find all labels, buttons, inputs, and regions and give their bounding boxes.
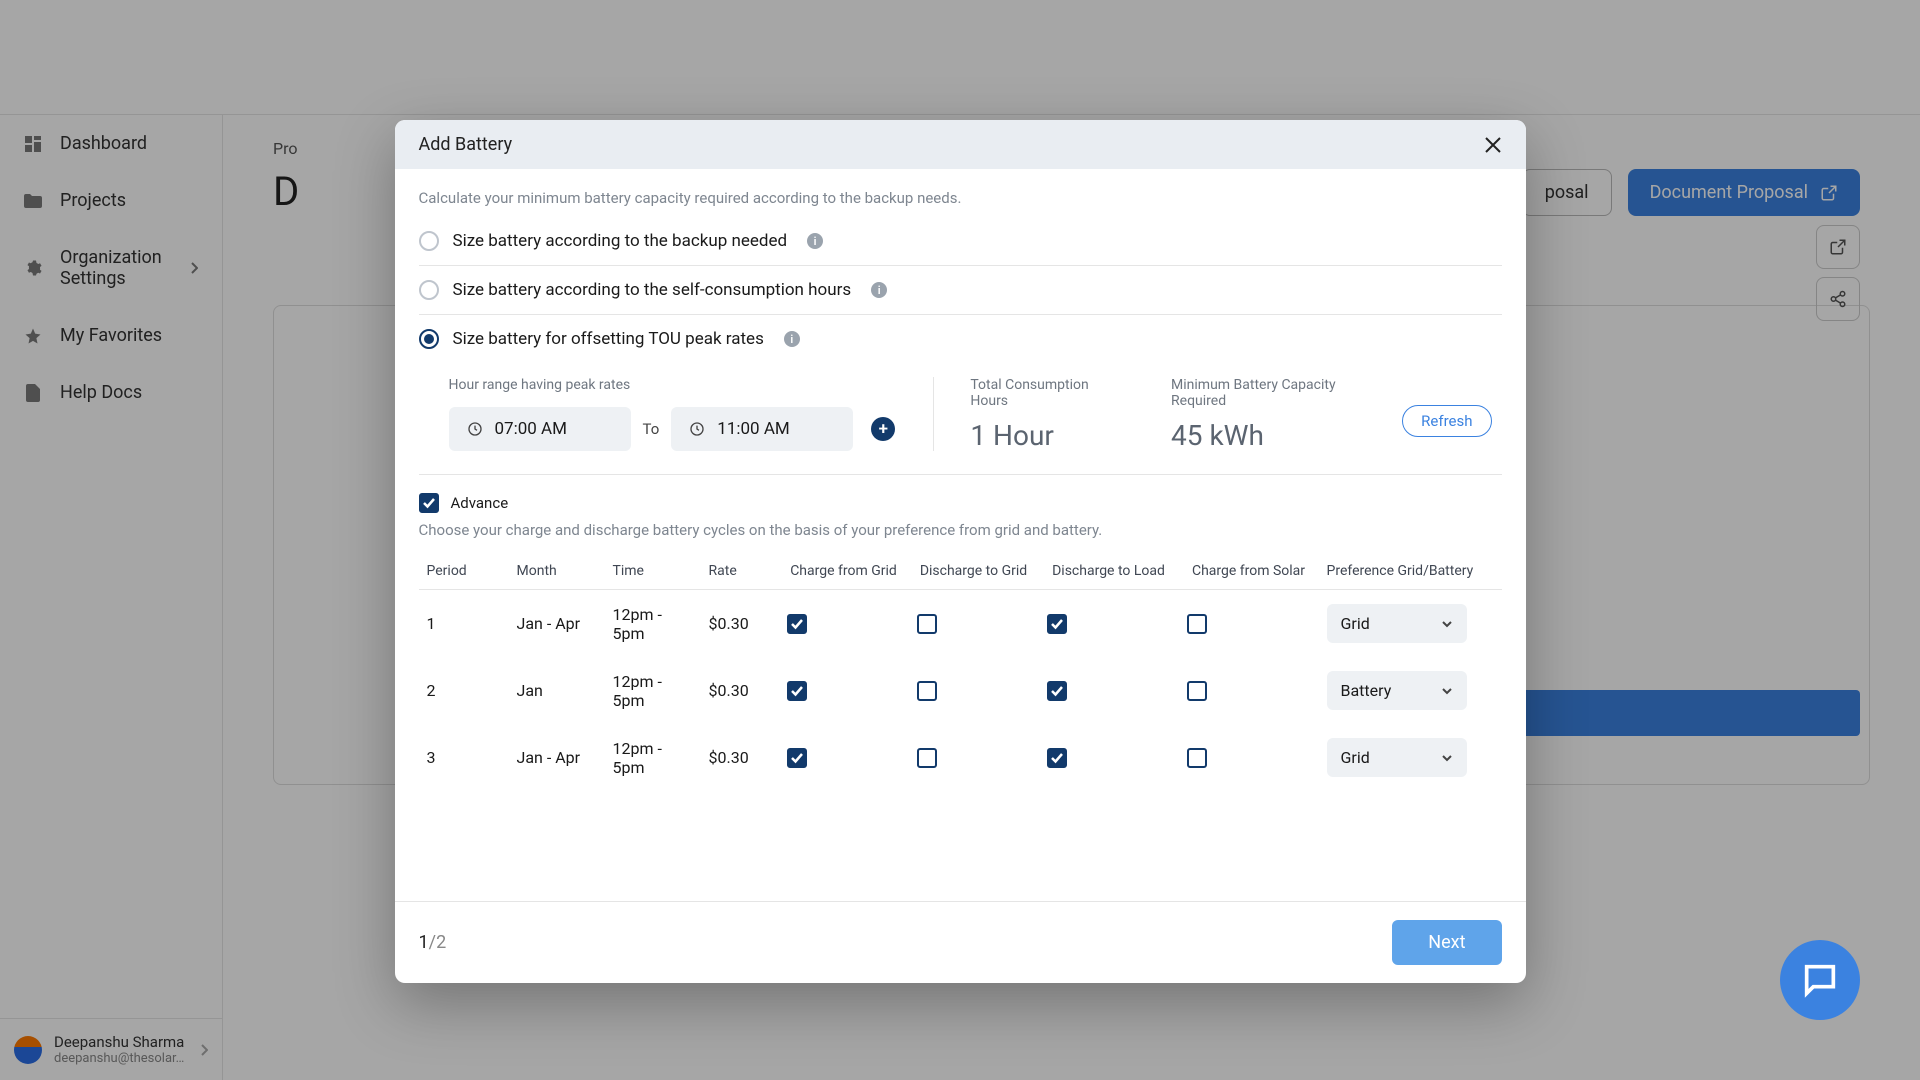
radio-icon bbox=[419, 280, 439, 300]
option-label: Size battery according to the backup nee… bbox=[453, 231, 788, 251]
cycles-table: Period Month Time Rate Charge from Grid … bbox=[419, 553, 1502, 791]
checkbox-dtg[interactable] bbox=[917, 614, 937, 634]
chevron-down-icon bbox=[1441, 752, 1453, 764]
cell-month: Jan - Apr bbox=[509, 590, 605, 658]
chevron-down-icon bbox=[1441, 685, 1453, 697]
refresh-button[interactable]: Refresh bbox=[1402, 405, 1491, 437]
info-icon[interactable]: i bbox=[807, 233, 823, 249]
th-discharge-to-grid: Discharge to Grid bbox=[909, 553, 1039, 590]
option-label: Size battery according to the self-consu… bbox=[453, 280, 852, 300]
option-self-consumption[interactable]: Size battery according to the self-consu… bbox=[419, 266, 1502, 315]
total-hours-label: Total Consumption Hours bbox=[970, 377, 1125, 409]
time-value: 07:00 AM bbox=[495, 419, 567, 439]
close-icon[interactable] bbox=[1484, 136, 1502, 154]
info-icon[interactable]: i bbox=[784, 331, 800, 347]
th-period: Period bbox=[419, 553, 509, 590]
page-sep: / bbox=[429, 932, 436, 953]
cell-rate: $0.30 bbox=[701, 590, 779, 658]
checkbox-dtg[interactable] bbox=[917, 681, 937, 701]
page-total: 2 bbox=[436, 932, 446, 953]
radio-icon bbox=[419, 329, 439, 349]
checkbox-cfg[interactable] bbox=[787, 614, 807, 634]
option-backup-needed[interactable]: Size battery according to the backup nee… bbox=[419, 217, 1502, 266]
advance-help: Choose your charge and discharge battery… bbox=[419, 521, 1502, 539]
cell-rate: $0.30 bbox=[701, 724, 779, 791]
peak-to-input[interactable]: 11:00 AM bbox=[671, 407, 853, 451]
info-icon[interactable]: i bbox=[871, 282, 887, 298]
add-range-button[interactable]: + bbox=[871, 417, 895, 441]
checkbox-dtg[interactable] bbox=[917, 748, 937, 768]
tou-detail-panel: Hour range having peak rates 07:00 AM To… bbox=[419, 363, 1502, 475]
checkbox-dtl[interactable] bbox=[1047, 681, 1067, 701]
pager: 1/2 bbox=[419, 932, 447, 953]
cell-month: Jan - Apr bbox=[509, 724, 605, 791]
modal-footer: 1/2 Next bbox=[395, 901, 1526, 983]
th-charge-from-grid: Charge from Grid bbox=[779, 553, 909, 590]
checkbox-dtl[interactable] bbox=[1047, 614, 1067, 634]
chevron-down-icon bbox=[1441, 618, 1453, 630]
th-preference: Preference Grid/Battery bbox=[1319, 553, 1502, 590]
min-capacity-label: Minimum Battery Capacity Required bbox=[1171, 377, 1384, 409]
cell-period: 1 bbox=[419, 590, 509, 658]
th-charge-from-solar: Charge from Solar bbox=[1179, 553, 1319, 590]
modal-header: Add Battery bbox=[395, 120, 1526, 169]
chat-fab[interactable] bbox=[1780, 940, 1860, 1020]
option-label: Size battery for offsetting TOU peak rat… bbox=[453, 329, 764, 349]
clock-icon bbox=[467, 421, 483, 437]
to-label: To bbox=[643, 420, 660, 438]
checkbox-dtl[interactable] bbox=[1047, 748, 1067, 768]
peak-from-input[interactable]: 07:00 AM bbox=[449, 407, 631, 451]
cell-period: 3 bbox=[419, 724, 509, 791]
checkbox-cfg[interactable] bbox=[787, 748, 807, 768]
checkbox-cfs[interactable] bbox=[1187, 681, 1207, 701]
next-button[interactable]: Next bbox=[1392, 920, 1501, 965]
total-hours-value: 1 Hour bbox=[970, 419, 1125, 452]
cell-time: 12pm - 5pm bbox=[605, 724, 701, 791]
th-rate: Rate bbox=[701, 553, 779, 590]
modal-title: Add Battery bbox=[419, 134, 513, 155]
table-row: 3Jan - Apr12pm - 5pm$0.30 Grid bbox=[419, 724, 1502, 791]
min-capacity-value: 45 kWh bbox=[1171, 419, 1384, 452]
time-value: 11:00 AM bbox=[717, 419, 789, 439]
cell-time: 12pm - 5pm bbox=[605, 590, 701, 658]
radio-icon bbox=[419, 231, 439, 251]
advance-checkbox[interactable] bbox=[419, 493, 439, 513]
preference-select[interactable]: Grid bbox=[1327, 738, 1467, 777]
table-row: 1Jan - Apr12pm - 5pm$0.30 Grid bbox=[419, 590, 1502, 658]
select-value: Grid bbox=[1341, 614, 1370, 633]
select-value: Battery bbox=[1341, 681, 1392, 700]
peak-range-label: Hour range having peak rates bbox=[449, 377, 904, 393]
checkbox-cfs[interactable] bbox=[1187, 748, 1207, 768]
add-battery-modal: Add Battery Calculate your minimum batte… bbox=[395, 120, 1526, 983]
modal-overlay: Add Battery Calculate your minimum batte… bbox=[0, 0, 1920, 1080]
modal-subtitle: Calculate your minimum battery capacity … bbox=[419, 189, 1502, 207]
checkbox-cfs[interactable] bbox=[1187, 614, 1207, 634]
th-time: Time bbox=[605, 553, 701, 590]
page-current: 1 bbox=[419, 932, 429, 953]
advance-label: Advance bbox=[451, 494, 509, 512]
cell-rate: $0.30 bbox=[701, 657, 779, 724]
clock-icon bbox=[689, 421, 705, 437]
option-tou-peak[interactable]: Size battery for offsetting TOU peak rat… bbox=[419, 315, 1502, 363]
preference-select[interactable]: Grid bbox=[1327, 604, 1467, 643]
table-row: 2Jan12pm - 5pm$0.30 Battery bbox=[419, 657, 1502, 724]
cell-period: 2 bbox=[419, 657, 509, 724]
cell-time: 12pm - 5pm bbox=[605, 657, 701, 724]
preference-select[interactable]: Battery bbox=[1327, 671, 1467, 710]
select-value: Grid bbox=[1341, 748, 1370, 767]
th-month: Month bbox=[509, 553, 605, 590]
th-discharge-to-load: Discharge to Load bbox=[1039, 553, 1179, 590]
checkbox-cfg[interactable] bbox=[787, 681, 807, 701]
cell-month: Jan bbox=[509, 657, 605, 724]
